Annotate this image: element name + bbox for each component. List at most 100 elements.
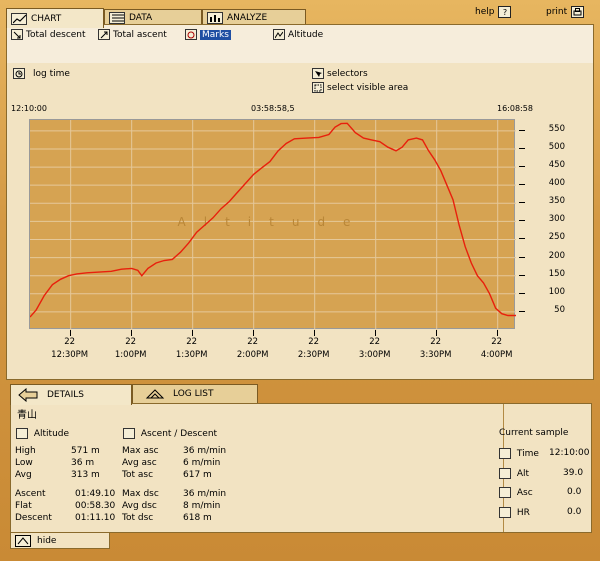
y-tick-label: 550 — [548, 123, 565, 134]
high-label: High — [15, 446, 36, 456]
avg-dsc-value: 8 m/min — [183, 501, 221, 511]
y-tick-label: 450 — [548, 160, 565, 171]
time-start-label: 12:10:00 — [11, 104, 47, 113]
selectors-toggle[interactable]: selectors — [312, 68, 368, 79]
total-descent-label: Total descent — [26, 29, 86, 40]
descent-time-label: Descent — [15, 513, 52, 523]
log-time-toggle[interactable]: log time — [13, 68, 70, 79]
clock-icon — [13, 68, 25, 79]
flat-time-label: Flat — [15, 501, 32, 511]
tab-details[interactable]: DETAILS — [10, 384, 132, 405]
tot-asc-label: Tot asc — [122, 470, 154, 480]
tab-analyze-label: ANALYZE — [227, 13, 268, 23]
y-tick — [519, 310, 525, 312]
y-tick — [519, 147, 525, 149]
y-tick-label: 500 — [548, 141, 565, 152]
x-tick — [496, 330, 498, 336]
help-button[interactable]: help ? — [475, 6, 512, 18]
altitude-chart-svg: Altitude — [29, 120, 516, 330]
marks-label: Marks — [200, 29, 231, 40]
heart-icon — [499, 507, 511, 518]
x-tick-day-label: 22 — [369, 337, 381, 347]
x-tick — [130, 330, 132, 336]
tab-log-list[interactable]: LOG LIST — [132, 384, 258, 403]
avg-asc-value: 6 m/min — [183, 458, 221, 468]
tot-dsc-label: Tot dsc — [122, 513, 154, 523]
selectors-icon — [312, 68, 324, 79]
select-visible-area-button[interactable]: select visible area — [312, 82, 408, 93]
alt-label: Alt — [516, 469, 530, 479]
tab-chart[interactable]: CHART — [6, 8, 104, 28]
y-tick — [519, 274, 525, 276]
max-asc-label: Max asc — [122, 446, 159, 456]
alt-value: 39.0 — [563, 468, 584, 478]
marks-icon — [185, 29, 197, 40]
alt-row: Alt — [499, 468, 529, 479]
chart-panel: Total descent Total ascent Marks Altitud… — [6, 24, 594, 380]
y-tick — [519, 220, 525, 222]
y-tick — [519, 166, 525, 168]
x-tick — [374, 330, 376, 336]
x-tick-day-label: 22 — [186, 337, 198, 347]
log-list-icon — [145, 389, 165, 399]
asc-value: 0.0 — [567, 487, 582, 497]
y-tick-label: 250 — [548, 232, 565, 243]
x-tick-time-label: 4:00PM — [480, 350, 513, 360]
select-area-icon — [312, 82, 324, 93]
track-name: 青山 — [17, 410, 37, 421]
asc-icon — [499, 487, 511, 498]
altitude-section-label: Altitude — [33, 429, 70, 439]
x-tick — [435, 330, 437, 336]
max-dsc-value: 36 m/min — [183, 489, 227, 499]
y-tick — [519, 256, 525, 258]
time-mid-label: 03:58:58,5 — [251, 104, 295, 113]
altitude-label: Altitude — [288, 29, 324, 40]
tab-data-label: DATA — [129, 13, 153, 23]
print-button[interactable]: print — [546, 6, 585, 18]
ascent-time-label: Ascent — [15, 489, 46, 499]
asc-label: Asc — [516, 488, 533, 498]
altitude-plot[interactable]: Altitude — [29, 119, 516, 330]
high-value: 571 m — [71, 446, 100, 456]
time-label: Time — [516, 449, 539, 459]
hide-icon — [15, 534, 31, 547]
ascent-time-value: 01:49.10 — [75, 489, 116, 499]
x-tick-day-label: 22 — [125, 337, 137, 347]
x-tick-time-label: 1:00PM — [114, 350, 147, 360]
x-tick-time-label: 3:30PM — [419, 350, 452, 360]
avg-label: Avg — [15, 470, 32, 480]
x-tick-time-label: 2:30PM — [297, 350, 330, 360]
low-value: 36 m — [71, 458, 95, 468]
altitude-toggle[interactable]: Altitude — [273, 29, 323, 40]
x-tick-day-label: 22 — [247, 337, 259, 347]
y-tick-label: 50 — [554, 304, 565, 315]
y-tick — [519, 292, 525, 294]
x-tick — [313, 330, 315, 336]
y-tick-label: 150 — [548, 268, 565, 279]
x-tick-time-label: 12:30PM — [51, 350, 89, 360]
total-descent-toggle[interactable]: Total descent — [11, 29, 86, 40]
tot-asc-value: 617 m — [183, 470, 212, 480]
hr-value: 0.0 — [567, 507, 582, 517]
details-panel: 青山 Altitude Ascent / Descent High 571 m … — [10, 403, 592, 533]
altitude-icon — [273, 29, 285, 40]
print-icon — [571, 6, 585, 18]
x-tick-day-label: 22 — [308, 337, 320, 347]
max-asc-value: 36 m/min — [183, 446, 227, 456]
total-ascent-toggle[interactable]: Total ascent — [98, 29, 167, 40]
avg-asc-label: Avg asc — [122, 458, 157, 468]
flat-time-value: 00:58.30 — [75, 501, 116, 511]
asc-row: Asc — [499, 487, 533, 498]
total-descent-icon — [11, 29, 23, 40]
x-tick-day-label: 22 — [491, 337, 503, 347]
table-icon — [109, 12, 125, 24]
y-tick-label: 300 — [548, 214, 565, 225]
x-tick-time-label: 3:00PM — [358, 350, 391, 360]
tot-dsc-value: 618 m — [183, 513, 212, 523]
marks-toggle[interactable]: Marks — [185, 29, 231, 40]
help-label: help — [475, 7, 495, 17]
time-end-label: 16:08:58 — [497, 104, 533, 113]
hide-button[interactable]: hide — [10, 533, 110, 549]
ascent-section-label: Ascent / Descent — [140, 429, 218, 439]
tab-details-label: DETAILS — [47, 390, 84, 400]
